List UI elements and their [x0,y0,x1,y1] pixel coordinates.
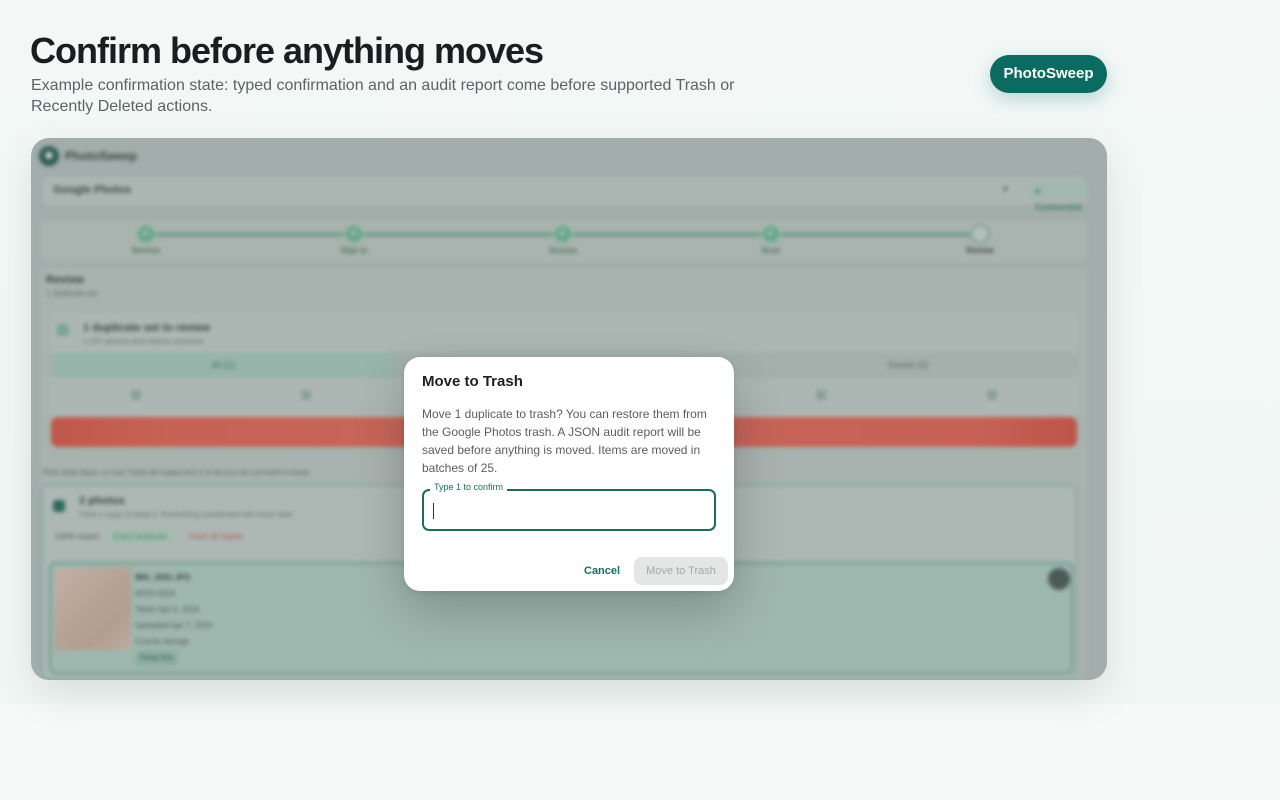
set-title: 1 duplicate set to review [83,322,211,334]
chip-row: 100% match Exact duplicate Trash all cop… [55,528,249,544]
zoom-icon[interactable] [1048,568,1070,590]
filter-icon[interactable] [816,390,826,400]
move-to-trash-button[interactable]: Move to Trash [634,557,728,585]
photo-thumbnail[interactable] [55,568,131,650]
keep-chip[interactable]: Keep this [135,650,179,666]
confirm-input[interactable] [430,499,704,523]
connected-badge: ● Connected [1029,183,1088,212]
stepper: ✓ Service ✓ Sign in ✓ Access ✓ Scan Revi… [41,220,1087,262]
photos-title: 2 photos [79,495,125,507]
check-icon: ✓ [553,224,573,244]
photo-dimensions: 4032×3024 [135,589,176,598]
step-service: ✓ Service [106,224,186,255]
photo-uploaded: Uploaded Apr 7, 2024 [135,621,213,630]
hero-subtitle: Example confirmation state: typed confir… [31,77,735,115]
tab-exact[interactable]: All (1) [51,352,395,378]
app-header: ◉ PhotoSweep [39,144,137,168]
review-subtitle: 1 duplicate set [46,289,98,298]
photos-checkbox[interactable] [53,500,65,512]
current-step-icon [970,224,990,244]
check-icon: ✓ [761,224,781,244]
step-sign-in: ✓ Sign in [314,224,394,255]
photos-subtitle: Click a copy to keep it. Everything unse… [79,510,295,519]
photo-taken: Taken Apr 6, 2024 [135,605,200,614]
match-chip: 100% match [55,531,100,541]
photo-storage: Counts storage [135,637,190,646]
page: Confirm before anything moves Example co… [0,0,1280,800]
hero-title: Confirm before anything moves [30,30,544,71]
dialog-title: Move to Trash [422,373,523,390]
check-icon: ✓ [136,224,156,244]
step-label: Review [966,246,994,255]
step-review: Review [940,224,1020,255]
step-label: Access [548,246,578,255]
photo-meta: IMG_2901.JPG 4032×3024 Taken Apr 6, 2024… [135,570,212,666]
app-name: PhotoSweep [65,149,138,163]
hint-text: Pick what stays, or use Trash all copies… [43,468,310,477]
exact-chip: Exact duplicate [107,529,174,543]
chevron-down-icon: ▾ [1003,184,1009,195]
dialog-body: Move 1 duplicate to trash? You can resto… [422,407,707,475]
review-title: Review [46,274,84,286]
tab-similar[interactable]: Similar (0) [739,352,1077,378]
check-icon: ✓ [344,224,364,244]
cancel-button[interactable]: Cancel [578,559,626,583]
brand-pill: PhotoSweep [990,55,1107,93]
filter-icon[interactable] [301,390,311,400]
step-label: Sign in [340,246,368,255]
trash-all-button[interactable]: Trash all copies [182,530,250,543]
filter-icon[interactable] [987,390,997,400]
confirm-field-label: Type 1 to confirm [430,482,508,492]
source-label: Google Photos [53,184,132,196]
text-caret [433,503,434,519]
step-label: Scan [761,246,781,255]
set-subtitle: 1,247 photos and videos scanned [83,337,203,346]
move-to-trash-dialog: Move to Trash Move 1 duplicate to trash?… [404,357,734,591]
set-icon [57,324,69,336]
step-access: ✓ Access [523,224,603,255]
step-label: Service [131,246,161,255]
app-logo-icon: ◉ [39,146,59,166]
photo-filename: IMG_2901.JPG [135,573,191,582]
step-scan: ✓ Scan [731,224,811,255]
source-selector[interactable]: Google Photos ▾ ● Connected [43,177,1088,212]
filter-icon[interactable] [131,390,141,400]
confirm-field: Type 1 to confirm [422,482,716,531]
